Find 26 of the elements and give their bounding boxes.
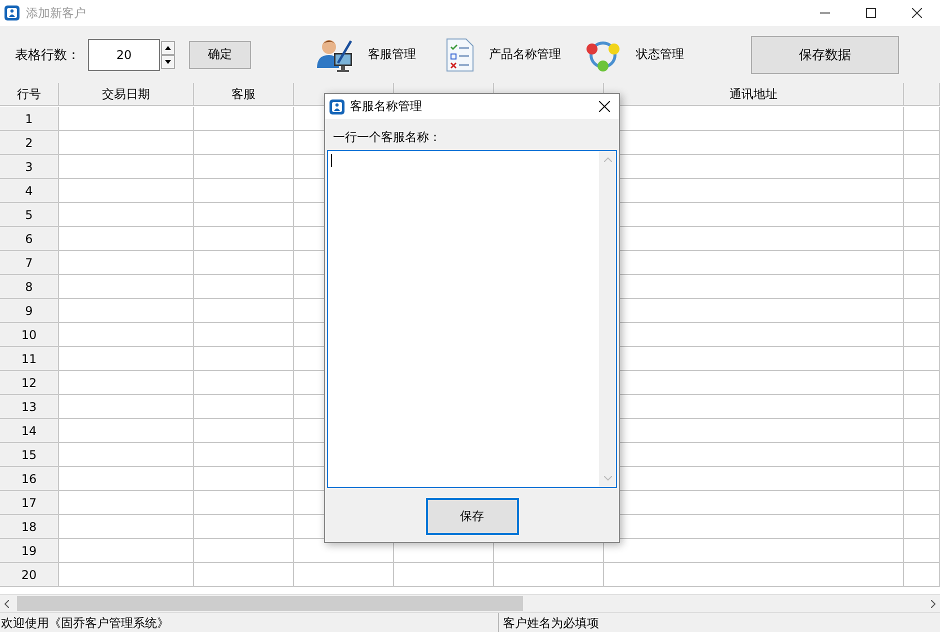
status-text: 欢迎使用《固乔客户管理系统》 <box>0 613 499 632</box>
row-number: 6 <box>0 227 59 251</box>
row-number: 8 <box>0 275 59 299</box>
row-number: 15 <box>0 443 59 467</box>
field-label: 一行一个客服名称： <box>333 129 442 143</box>
row-number: 17 <box>0 491 59 515</box>
row-number: 18 <box>0 515 59 539</box>
dialog-title: 客服名称管理 <box>350 98 423 115</box>
row-number: 1 <box>0 107 59 131</box>
window-title: 添加新客户 <box>26 4 87 22</box>
status-text: 客户姓名为必填项 <box>502 614 599 632</box>
row-number: 16 <box>0 467 59 491</box>
row-number: 4 <box>0 179 59 203</box>
rows-label: 表格行数： <box>15 46 80 64</box>
row-number: 20 <box>0 563 59 587</box>
row-number: 10 <box>0 323 59 347</box>
row-number: 7 <box>0 251 59 275</box>
row-number: 2 <box>0 131 59 155</box>
row-number: 9 <box>0 299 59 323</box>
row-number: 11 <box>0 347 59 371</box>
row-number: 14 <box>0 419 59 443</box>
row-number: 13 <box>0 395 59 419</box>
row-number: 12 <box>0 371 59 395</box>
row-number: 3 <box>0 155 59 179</box>
row-number: 5 <box>0 203 59 227</box>
row-number: 19 <box>0 539 59 563</box>
